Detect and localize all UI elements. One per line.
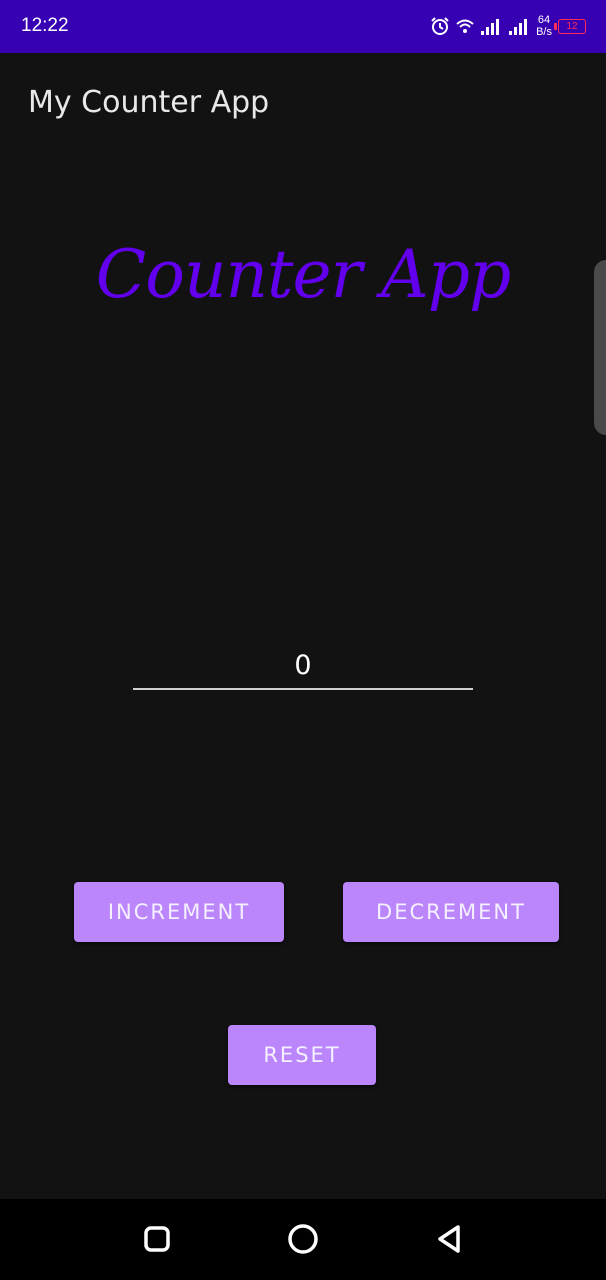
reset-button[interactable]: RESET xyxy=(228,1025,376,1085)
increment-button[interactable]: INCREMENT xyxy=(74,882,284,942)
recent-apps-icon[interactable] xyxy=(139,1221,175,1257)
edge-panel-handle[interactable] xyxy=(594,260,606,435)
speed-unit: B/s xyxy=(536,26,552,38)
status-time: 12:22 xyxy=(21,15,69,36)
signal-icon xyxy=(509,19,528,35)
app-bar-title: My Counter App xyxy=(28,85,270,120)
navigation-bar xyxy=(0,1199,606,1280)
battery-icon: 12 xyxy=(554,18,586,34)
alarm-icon xyxy=(431,17,449,35)
home-icon[interactable] xyxy=(285,1221,321,1257)
status-icons: 64 B/s 12 xyxy=(430,14,586,38)
signal-icon xyxy=(481,19,500,35)
counter-value-field[interactable]: 0 xyxy=(133,644,473,690)
wifi-icon xyxy=(456,19,474,33)
decrement-button[interactable]: DECREMENT xyxy=(343,882,559,942)
counter-heading: Counter App xyxy=(95,236,512,313)
speed-value: 64 xyxy=(537,14,551,26)
status-bar: 12:22 64 B/s 12 xyxy=(0,0,606,53)
back-icon[interactable] xyxy=(432,1221,468,1257)
network-speed: 64 B/s xyxy=(536,14,552,38)
